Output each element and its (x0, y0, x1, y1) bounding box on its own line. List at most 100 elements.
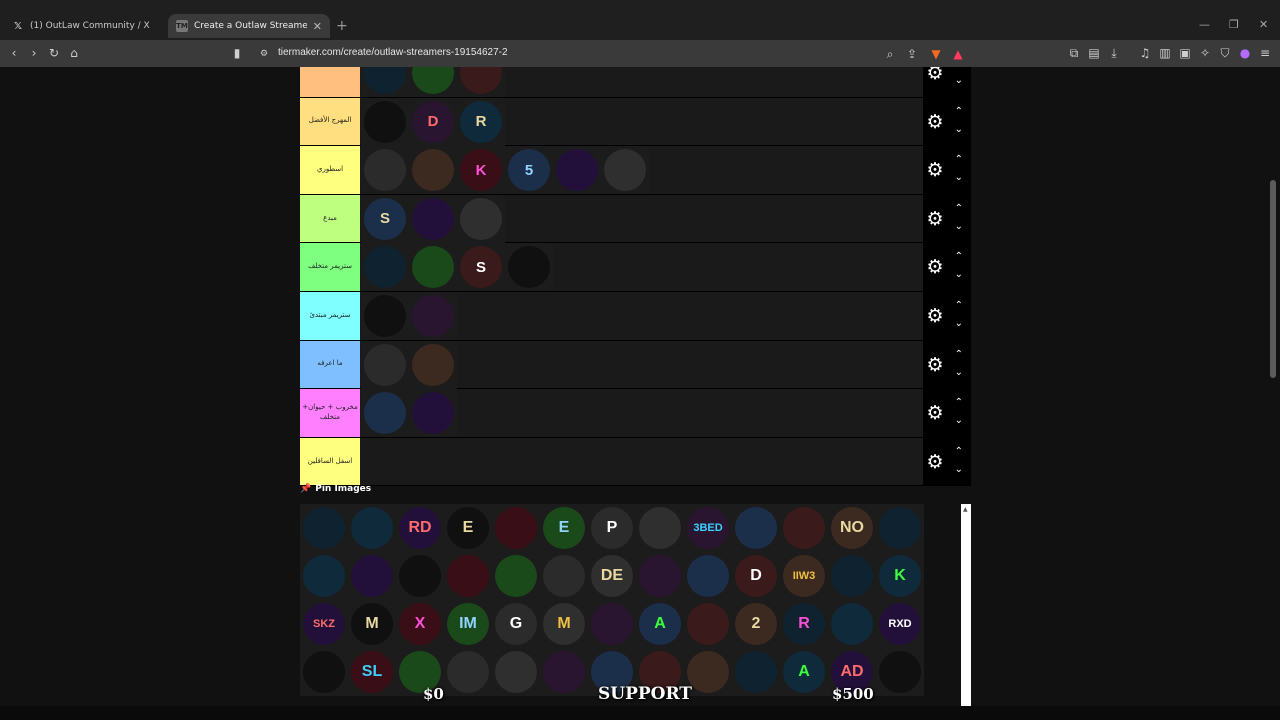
tier-label[interactable]: مبدع (300, 194, 360, 243)
home-icon[interactable]: ⌂ (66, 45, 82, 61)
tier-item-image[interactable] (457, 67, 505, 97)
move-down-icon[interactable]: ⌄ (955, 124, 963, 135)
tier-label[interactable]: ما اعرفه (300, 340, 360, 389)
tier-label[interactable]: ستريمر متخلف (300, 243, 360, 291)
profile-icon[interactable]: ● (1237, 45, 1253, 61)
pool-item-image[interactable]: G (492, 600, 540, 648)
zoom-icon[interactable]: ⌕ (882, 46, 898, 62)
tier-item-image[interactable] (409, 340, 457, 389)
pool-item-image[interactable]: E (444, 504, 492, 552)
tier-item-image[interactable] (361, 97, 409, 146)
pool-item-image[interactable]: IM (444, 600, 492, 648)
tab-outlaw-community[interactable]: 𝕏 (1) OutLaw Community / X (4, 14, 166, 38)
tier-item-image[interactable] (361, 67, 409, 97)
back-icon[interactable]: ‹ (6, 45, 22, 61)
minimize-icon[interactable]: — (1199, 18, 1210, 31)
pool-item-image[interactable] (732, 504, 780, 552)
pool-item-image[interactable] (828, 552, 876, 600)
gear-icon[interactable]: ⚙ (925, 111, 945, 133)
leo-ai-icon[interactable]: ✧ (1197, 45, 1213, 61)
pool-item-image[interactable] (492, 552, 540, 600)
brave-rewards-icon[interactable]: ▲ (950, 46, 966, 62)
gear-icon[interactable]: ⚙ (925, 208, 945, 230)
pool-item-image[interactable] (300, 552, 348, 600)
move-up-icon[interactable]: ⌃ (955, 251, 963, 262)
gear-icon[interactable]: ⚙ (925, 159, 945, 181)
tier-label[interactable]: المهرج الأفضل (300, 97, 360, 146)
tier-label[interactable] (300, 67, 360, 97)
pool-item-image[interactable]: RD (396, 504, 444, 552)
pool-item-image[interactable] (636, 552, 684, 600)
downloads-icon[interactable]: ⤓ (1106, 45, 1122, 61)
tier-item-image[interactable] (553, 146, 601, 195)
tier-item-image[interactable] (361, 389, 409, 438)
close-tab-icon[interactable]: ✕ (313, 20, 322, 33)
pool-item-image[interactable] (540, 552, 588, 600)
pool-item-image[interactable]: D (732, 552, 780, 600)
share-icon[interactable]: ⇪ (904, 46, 920, 62)
tier-item-image[interactable]: K (457, 146, 505, 195)
tier-label[interactable]: ستريمر مبتدئ (300, 291, 360, 340)
tier-item-image[interactable] (409, 389, 457, 438)
tier-item-image[interactable] (361, 146, 409, 195)
reload-icon[interactable]: ↻ (46, 45, 62, 61)
pool-item-image[interactable]: E (540, 504, 588, 552)
vpn-icon[interactable]: ⛉ (1217, 45, 1233, 61)
menu-icon[interactable]: ≡ (1257, 45, 1273, 61)
pool-item-image[interactable]: M (348, 600, 396, 648)
new-tab-icon[interactable]: + (336, 18, 348, 34)
move-down-icon[interactable]: ⌄ (955, 221, 963, 232)
gear-icon[interactable]: ⚙ (925, 256, 945, 278)
pool-item-image[interactable] (780, 504, 828, 552)
pool-item-image[interactable] (828, 600, 876, 648)
gear-icon[interactable]: ⚙ (925, 305, 945, 327)
pool-item-image[interactable] (300, 648, 348, 696)
tier-item-image[interactable]: S (361, 194, 409, 243)
pool-item-image[interactable] (300, 504, 348, 552)
tier-item-image[interactable] (409, 67, 457, 97)
tier-label[interactable]: اسفل السافلين (300, 437, 360, 486)
pool-item-image[interactable] (732, 648, 780, 696)
tier-item-image[interactable] (505, 243, 553, 292)
pool-item-image[interactable]: IIW3 (780, 552, 828, 600)
reading-list-icon[interactable]: ▤ (1086, 45, 1102, 61)
pool-item-image[interactable] (492, 504, 540, 552)
move-up-icon[interactable]: ⌃ (955, 154, 963, 165)
wallet-icon[interactable]: ▣ (1177, 45, 1193, 61)
pool-item-image[interactable]: 2 (732, 600, 780, 648)
site-settings-icon[interactable]: ⚙ (256, 46, 272, 62)
tier-item-image[interactable] (409, 146, 457, 195)
pool-item-image[interactable]: K (876, 552, 924, 600)
extensions-icon[interactable]: ⧉ (1066, 45, 1082, 61)
move-up-icon[interactable]: ⌃ (955, 106, 963, 117)
tier-item-image[interactable] (409, 194, 457, 243)
pool-item-image[interactable] (444, 552, 492, 600)
page-scrollbar[interactable] (1270, 180, 1276, 378)
scroll-up-icon[interactable]: ▲ (963, 506, 968, 513)
pool-item-image[interactable] (492, 648, 540, 696)
window-close-icon[interactable]: ✕ (1259, 18, 1268, 31)
pool-item-image[interactable]: 3BED (684, 504, 732, 552)
pool-item-image[interactable] (684, 552, 732, 600)
gear-icon[interactable]: ⚙ (925, 402, 945, 424)
gear-icon[interactable]: ⚙ (925, 67, 945, 84)
gear-icon[interactable]: ⚙ (925, 451, 945, 473)
move-down-icon[interactable]: ⌄ (955, 415, 963, 426)
pool-item-image[interactable] (876, 648, 924, 696)
tier-item-image[interactable] (601, 146, 649, 195)
tier-item-image[interactable]: S (457, 243, 505, 292)
pool-item-image[interactable] (444, 648, 492, 696)
move-down-icon[interactable]: ⌄ (955, 75, 963, 86)
pool-scrollbar[interactable]: ▲ (961, 504, 971, 706)
sidebar-icon[interactable]: ▥ (1157, 45, 1173, 61)
move-down-icon[interactable]: ⌄ (955, 464, 963, 475)
tier-label[interactable]: اسطوري (300, 146, 360, 194)
tier-item-image[interactable] (409, 243, 457, 292)
pool-item-image[interactable]: NO (828, 504, 876, 552)
pool-item-image[interactable]: M (540, 600, 588, 648)
move-down-icon[interactable]: ⌄ (955, 367, 963, 378)
restore-icon[interactable]: ❐ (1229, 18, 1239, 31)
brave-shields-icon[interactable]: ▼ (928, 46, 944, 62)
pool-item-image[interactable]: R (780, 600, 828, 648)
tier-item-image[interactable] (409, 291, 457, 340)
